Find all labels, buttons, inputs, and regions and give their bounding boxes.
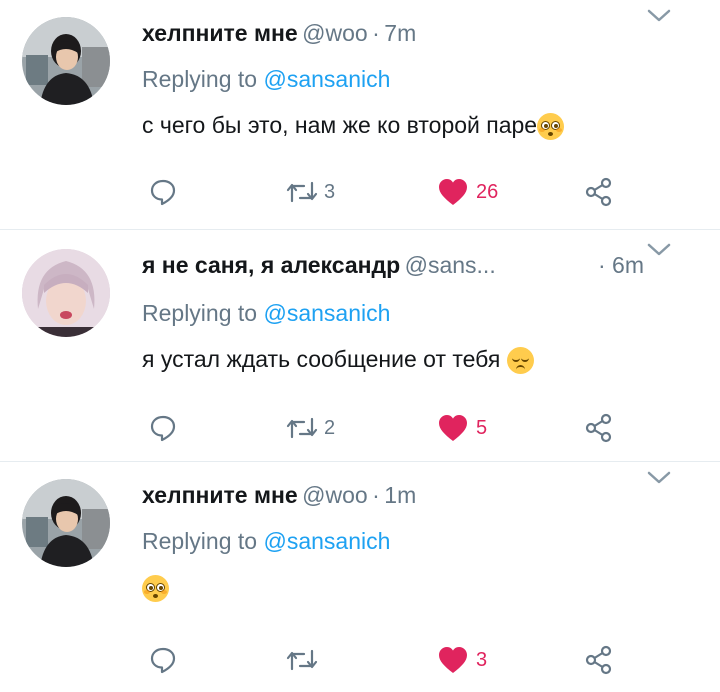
timestamp-group: · 6m (598, 252, 644, 279)
like-count: 3 (476, 648, 488, 671)
tweet[interactable]: я не саня, я александр @sans... · 6m Rep… (0, 230, 720, 462)
tweet[interactable]: хелпните мне @woo · 7m Replying to @sans… (0, 0, 720, 230)
timestamp[interactable]: 7m (384, 20, 416, 46)
replying-to: Replying to @sansanich (142, 300, 390, 327)
share-button[interactable] (584, 408, 614, 448)
retweet-icon (284, 413, 320, 443)
heart-icon (438, 646, 468, 674)
timestamp[interactable]: 6m (612, 252, 644, 278)
time-separator: · (597, 252, 606, 278)
display-name[interactable]: хелпните мне (142, 20, 298, 46)
tweet-actions: 2 5 (142, 408, 662, 448)
time-separator: · (372, 482, 380, 508)
chevron-down-icon[interactable] (646, 6, 672, 26)
tweet[interactable]: хелпните мне @woo · 1m Replying to @sans… (0, 462, 720, 692)
reply-icon (148, 645, 178, 675)
like-button[interactable]: 26 (438, 172, 498, 212)
tweet-text-content: я устал ждать сообщение от тебя (142, 346, 501, 372)
heart-icon (438, 414, 468, 442)
tweet-actions: 3 26 (142, 172, 662, 212)
reply-button[interactable] (148, 640, 178, 680)
reply-button[interactable] (148, 408, 178, 448)
retweet-button[interactable]: 2 (284, 408, 335, 448)
avatar[interactable] (22, 17, 110, 105)
retweet-button[interactable] (284, 640, 320, 680)
share-button[interactable] (584, 640, 614, 680)
tweet-actions: 3 (142, 640, 662, 680)
replying-to: Replying to @sansanich (142, 528, 390, 555)
replying-label: Replying to (142, 528, 258, 554)
tweet-text-content: с чего бы это, нам же ко второй паре (142, 112, 538, 138)
share-icon (584, 645, 614, 675)
retweet-icon (284, 177, 320, 207)
avatar[interactable] (22, 249, 110, 337)
avatar[interactable] (22, 479, 110, 567)
tweet-text (142, 574, 169, 603)
tweet-header: хелпните мне @woo · 7m (142, 20, 700, 54)
display-name[interactable]: хелпните мне (142, 482, 298, 508)
user-handle[interactable]: @sans... (405, 252, 496, 278)
mention-link[interactable]: @sansanich (263, 528, 390, 554)
heart-icon (438, 178, 468, 206)
reply-icon (148, 413, 178, 443)
retweet-count: 2 (324, 416, 336, 439)
replying-label: Replying to (142, 66, 258, 92)
flushed-face-icon (537, 113, 565, 141)
retweet-button[interactable]: 3 (284, 172, 335, 212)
reply-button[interactable] (148, 172, 178, 212)
chevron-down-icon[interactable] (646, 240, 672, 260)
tweet-header: хелпните мне @woo · 1m (142, 482, 700, 516)
timestamp[interactable]: 1m (384, 482, 416, 508)
tweet-feed: хелпните мне @woo · 7m Replying to @sans… (0, 0, 720, 692)
retweet-icon (284, 645, 320, 675)
mention-link[interactable]: @sansanich (263, 66, 390, 92)
like-button[interactable]: 3 (438, 640, 487, 680)
share-button[interactable] (584, 172, 614, 212)
like-count: 26 (476, 180, 499, 203)
tweet-text: я устал ждать сообщение от тебя (142, 346, 534, 375)
like-count: 5 (476, 416, 488, 439)
tweet-header: я не саня, я александр @sans... · 6m (142, 252, 700, 286)
replying-to: Replying to @sansanich (142, 66, 390, 93)
mention-link[interactable]: @sansanich (263, 300, 390, 326)
user-handle[interactable]: @woo (302, 20, 368, 46)
time-separator: · (372, 20, 380, 46)
chevron-down-icon[interactable] (646, 468, 672, 488)
flushed-face-icon (142, 575, 169, 603)
display-name[interactable]: я не саня, я александр (142, 252, 400, 278)
pensive-face-icon (506, 347, 534, 375)
reply-icon (148, 177, 178, 207)
user-handle[interactable]: @woo (302, 482, 368, 508)
tweet-text: с чего бы это, нам же ко второй паре (142, 112, 565, 141)
like-button[interactable]: 5 (438, 408, 487, 448)
retweet-count: 3 (324, 180, 336, 203)
replying-label: Replying to (142, 300, 258, 326)
share-icon (584, 177, 614, 207)
share-icon (584, 413, 614, 443)
